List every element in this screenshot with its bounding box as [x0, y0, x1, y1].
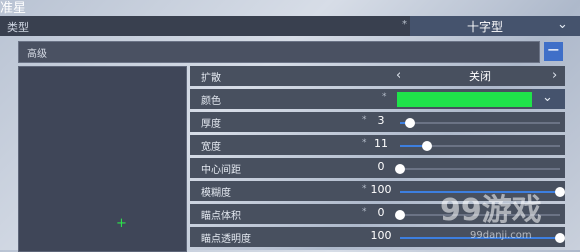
next-arrow-icon[interactable]: ›	[552, 68, 557, 83]
slider-value: 100	[370, 229, 392, 242]
setting-row-width[interactable]: 宽度 * 11	[190, 135, 565, 155]
required-mark: *	[362, 207, 367, 217]
watermark-url: 99danji.com	[470, 230, 532, 241]
slider-value: 3	[377, 114, 385, 127]
setting-label: 扩散	[201, 73, 221, 84]
type-value[interactable]: 十字型	[416, 18, 554, 35]
slider-knob[interactable]	[555, 187, 565, 197]
type-row[interactable]: 类型 * 十字型 ⌄	[0, 16, 580, 36]
required-mark: *	[402, 19, 407, 30]
slider-value: 0	[377, 160, 385, 173]
slider-knob[interactable]	[555, 233, 565, 243]
color-swatch[interactable]	[397, 92, 532, 107]
setting-label: 瞄点体积	[201, 211, 241, 222]
slider-knob[interactable]	[395, 210, 405, 220]
prev-arrow-icon[interactable]: ‹	[396, 68, 401, 83]
slider-track[interactable]	[400, 141, 560, 151]
setting-row-center-gap[interactable]: 中心间距 0	[190, 158, 565, 178]
slider-value: 0	[377, 206, 385, 219]
slider-track[interactable]	[395, 164, 560, 174]
page-title: 准星	[0, 1, 27, 16]
crosshair-preview: +	[18, 66, 187, 252]
setting-label: 中心间距	[201, 165, 241, 176]
required-mark: *	[362, 184, 367, 194]
setting-row-spread[interactable]: 扩散 ‹ 关闭 ›	[190, 66, 565, 86]
spread-value: 关闭	[469, 70, 491, 83]
slider-value: 11	[374, 137, 388, 150]
watermark-logo: 99游戏	[440, 193, 542, 228]
type-label: 类型	[7, 21, 29, 34]
color-dropdown[interactable]: ⌄	[532, 89, 565, 109]
collapse-button[interactable]: −	[544, 42, 563, 61]
slider-value: 100	[370, 183, 392, 196]
slider-knob[interactable]	[404, 118, 415, 128]
slider-knob[interactable]	[395, 164, 405, 174]
chevron-down-icon[interactable]: ⌄	[557, 17, 568, 32]
setting-row-color[interactable]: 颜色 * ⌄	[190, 89, 565, 109]
slider-knob[interactable]	[422, 141, 433, 151]
setting-label: 模糊度	[201, 188, 231, 199]
advanced-section-header[interactable]: 高级	[18, 41, 540, 63]
chevron-down-icon[interactable]: ⌄	[542, 90, 553, 105]
setting-label: 瞄点透明度	[201, 234, 251, 245]
slider-track[interactable]	[400, 118, 560, 128]
required-mark: *	[362, 138, 367, 148]
required-mark: *	[382, 92, 387, 102]
setting-label: 颜色	[201, 96, 221, 107]
setting-label: 厚度	[201, 119, 221, 130]
setting-label: 宽度	[201, 142, 221, 153]
crosshair-icon: +	[116, 216, 127, 231]
required-mark: *	[362, 115, 367, 125]
setting-row-thickness[interactable]: 厚度 * 3	[190, 112, 565, 132]
advanced-label: 高级	[27, 49, 47, 60]
